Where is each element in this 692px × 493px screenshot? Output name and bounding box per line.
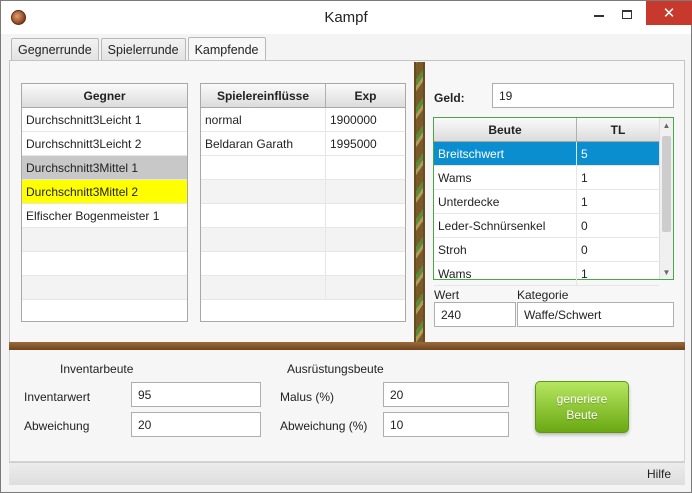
empty-row bbox=[201, 180, 405, 204]
table-row[interactable]: Wams 1 bbox=[434, 262, 659, 286]
table-row-selected[interactable]: Breitschwert 5 bbox=[434, 142, 659, 166]
cell-einfluss: Beldaran Garath bbox=[201, 132, 326, 155]
cell-beute: Breitschwert bbox=[434, 142, 577, 165]
table-header: Beute TL bbox=[434, 118, 659, 142]
tab-strip: Gegnerrunde Spielerrunde Kampfende bbox=[11, 37, 266, 61]
cell-tl: 0 bbox=[581, 242, 588, 257]
cell-beute: Leder-Schnürsenkel bbox=[434, 214, 577, 237]
cell-gegner: Durchschnitt3Mittel 1 bbox=[26, 160, 139, 175]
gegner-table[interactable]: Gegner Durchschnitt3Leicht 1 Durchschnit… bbox=[21, 83, 188, 322]
cell-einfluss: normal bbox=[201, 108, 326, 131]
cell-tl: 1 bbox=[581, 170, 588, 185]
table-row[interactable]: Stroh 0 bbox=[434, 238, 659, 262]
column-header-tl[interactable]: TL bbox=[577, 118, 659, 141]
inventar-abweichung-field[interactable]: 20 bbox=[131, 412, 261, 437]
cell-tl: 1 bbox=[581, 266, 588, 281]
ausruestungsbeute-heading: Ausrüstungsbeute bbox=[287, 362, 384, 376]
maximize-icon bbox=[622, 9, 632, 19]
generate-button-line1: generiere bbox=[556, 392, 608, 406]
malus-field[interactable]: 20 bbox=[383, 382, 509, 407]
beute-scrollbar[interactable]: ▲ ▼ bbox=[659, 118, 673, 279]
table-row[interactable]: Wams 1 bbox=[434, 166, 659, 190]
status-bar: Hilfe bbox=[9, 462, 685, 485]
empty-row bbox=[22, 252, 187, 276]
wood-separator bbox=[9, 342, 685, 350]
panel-divider[interactable] bbox=[414, 62, 425, 343]
column-header-spielereinfluesse[interactable]: Spielereinflüsse bbox=[201, 84, 326, 107]
generate-loot-button[interactable]: generiere Beute bbox=[535, 381, 629, 433]
close-button[interactable]: ✕ bbox=[646, 1, 692, 25]
table-row[interactable]: Durchschnitt3Leicht 1 bbox=[22, 108, 187, 132]
minimize-icon bbox=[594, 15, 604, 17]
cell-gegner: Elfischer Bogenmeister 1 bbox=[26, 208, 160, 223]
title-bar: Kampf ✕ bbox=[1, 1, 692, 34]
empty-row bbox=[22, 300, 187, 321]
table-row[interactable]: Leder-Schnürsenkel 0 bbox=[434, 214, 659, 238]
ausruestung-abweichung-label: Abweichung (%) bbox=[280, 419, 368, 433]
minimize-button[interactable] bbox=[585, 1, 613, 27]
wert-field[interactable]: 240 bbox=[434, 302, 516, 327]
beute-table[interactable]: Beute TL Breitschwert 5 Wams 1 Unterdeck… bbox=[433, 117, 674, 286]
geld-label: Geld: bbox=[434, 91, 465, 105]
generate-button-line2: Beute bbox=[566, 408, 598, 422]
wert-label: Wert bbox=[434, 288, 460, 302]
column-header-beute[interactable]: Beute bbox=[434, 118, 577, 141]
inventarwert-label: Inventarwert bbox=[24, 390, 91, 404]
cell-gegner: Durchschnitt3Leicht 2 bbox=[26, 136, 142, 151]
empty-row bbox=[22, 228, 187, 252]
table-row[interactable]: Unterdecke 1 bbox=[434, 190, 659, 214]
inventarbeute-heading: Inventarbeute bbox=[60, 362, 134, 376]
help-link[interactable]: Hilfe bbox=[647, 467, 671, 481]
table-row[interactable]: Elfischer Bogenmeister 1 bbox=[22, 204, 187, 228]
empty-row bbox=[201, 156, 405, 180]
table-row-highlighted[interactable]: Durchschnitt3Mittel 2 bbox=[22, 180, 187, 204]
cell-tl: 0 bbox=[581, 218, 588, 233]
inventarwert-field[interactable]: 95 bbox=[131, 382, 261, 407]
cell-gegner: Durchschnitt3Mittel 2 bbox=[26, 184, 139, 199]
cell-tl: 5 bbox=[581, 146, 588, 161]
tab-gegnerrunde[interactable]: Gegnerrunde bbox=[11, 38, 99, 61]
cell-gegner: Durchschnitt3Leicht 1 bbox=[26, 112, 142, 127]
kategorie-field[interactable]: Waffe/Schwert bbox=[517, 302, 674, 327]
empty-row bbox=[201, 228, 405, 252]
table-row[interactable]: Durchschnitt3Leicht 2 bbox=[22, 132, 187, 156]
cell-beute: Stroh bbox=[434, 238, 577, 261]
table-row-selected[interactable]: Durchschnitt3Mittel 1 bbox=[22, 156, 187, 180]
inventar-abweichung-label: Abweichung bbox=[24, 419, 90, 433]
scroll-up-icon[interactable]: ▲ bbox=[660, 118, 673, 132]
cell-exp: 1900000 bbox=[330, 112, 377, 127]
close-icon: ✕ bbox=[662, 5, 676, 22]
table-header: Spielereinflüsse Exp bbox=[201, 84, 405, 108]
kampf-window: Kampf ✕ Gegnerrunde Spielerrunde Kampfen… bbox=[0, 0, 692, 493]
cell-exp: 1995000 bbox=[330, 136, 377, 151]
empty-row bbox=[201, 204, 405, 228]
column-header-gegner[interactable]: Gegner bbox=[22, 84, 187, 107]
empty-row bbox=[201, 252, 405, 276]
table-row[interactable]: normal 1900000 bbox=[201, 108, 405, 132]
scroll-thumb[interactable] bbox=[662, 136, 671, 232]
kategorie-label: Kategorie bbox=[517, 288, 569, 302]
tab-kampfende[interactable]: Kampfende bbox=[187, 37, 266, 61]
cell-beute: Wams bbox=[434, 262, 577, 285]
maximize-button[interactable] bbox=[613, 1, 641, 27]
cell-beute: Wams bbox=[434, 166, 577, 189]
malus-label: Malus (%) bbox=[280, 390, 335, 404]
table-header: Gegner bbox=[22, 84, 187, 108]
tab-spielerrunde[interactable]: Spielerrunde bbox=[100, 38, 186, 61]
column-header-exp[interactable]: Exp bbox=[326, 84, 405, 107]
empty-row bbox=[201, 276, 405, 300]
table-row[interactable]: Beldaran Garath 1995000 bbox=[201, 132, 405, 156]
geld-field[interactable]: 19 bbox=[492, 83, 674, 108]
empty-row bbox=[22, 276, 187, 300]
cell-beute: Unterdecke bbox=[434, 190, 577, 213]
ausruestung-abweichung-field[interactable]: 10 bbox=[383, 412, 509, 437]
cell-tl: 1 bbox=[581, 194, 588, 209]
spielereinfluesse-table[interactable]: Spielereinflüsse Exp normal 1900000 Beld… bbox=[200, 83, 406, 322]
scroll-down-icon[interactable]: ▼ bbox=[660, 265, 673, 279]
